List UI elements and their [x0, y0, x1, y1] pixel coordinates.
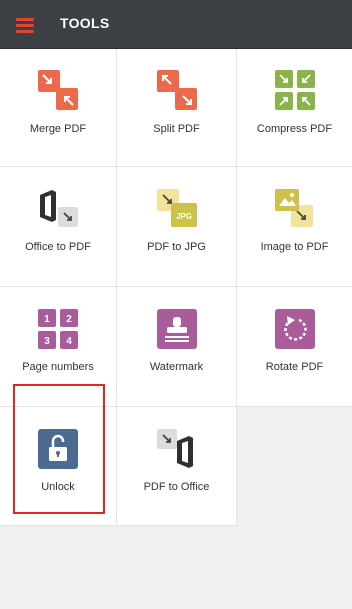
- tool-label: Watermark: [149, 361, 204, 373]
- tool-split-pdf[interactable]: Split PDF: [117, 49, 237, 167]
- page-numbers-icon: 1 2 3 4: [38, 309, 78, 349]
- rotate-pdf-icon: [275, 309, 315, 349]
- merge-pdf-icon: [38, 70, 78, 110]
- tool-unlock[interactable]: Unlock: [0, 407, 117, 526]
- tool-merge-pdf[interactable]: Merge PDF: [0, 49, 117, 167]
- svg-text:3: 3: [44, 336, 50, 347]
- jpg-badge: JPG: [176, 212, 192, 221]
- unlock-padlock-icon: [38, 429, 78, 469]
- tool-label: Unlock: [41, 481, 75, 493]
- tool-label: PDF to JPG: [147, 241, 206, 253]
- office-to-pdf-icon: [40, 190, 78, 227]
- tool-image-to-pdf[interactable]: Image to PDF: [237, 167, 352, 287]
- svg-text:4: 4: [66, 336, 72, 347]
- tool-label: Image to PDF: [260, 241, 329, 253]
- tool-pdf-to-jpg[interactable]: JPG PDF to JPG: [117, 167, 237, 287]
- tool-compress-pdf[interactable]: Compress PDF: [237, 49, 352, 167]
- pdf-to-jpg-icon: JPG: [157, 189, 197, 227]
- tool-rotate-pdf[interactable]: Rotate PDF: [237, 287, 352, 407]
- tool-page-numbers[interactable]: 1 2 3 4 Page numbers: [0, 287, 117, 407]
- compress-pdf-icon: [275, 70, 315, 110]
- hamburger-menu-icon[interactable]: [14, 14, 36, 36]
- top-app-bar: TOOLS: [0, 0, 352, 49]
- tool-label: Office to PDF: [25, 241, 91, 253]
- tools-screen: TOOLS Merge PDF Split PDF Compress PDF O…: [0, 0, 352, 609]
- watermark-stamp-icon: [157, 309, 197, 349]
- image-to-pdf-icon: [275, 189, 313, 227]
- tool-label: Split PDF: [153, 123, 200, 135]
- tool-label: Rotate PDF: [265, 361, 324, 373]
- pdf-to-office-icon: [157, 429, 193, 468]
- tool-office-to-pdf[interactable]: Office to PDF: [0, 167, 117, 287]
- tool-watermark[interactable]: Watermark: [117, 287, 237, 407]
- svg-text:2: 2: [66, 314, 72, 325]
- split-pdf-icon: [157, 70, 197, 110]
- svg-text:1: 1: [44, 314, 50, 325]
- tool-label: Page numbers: [22, 361, 94, 373]
- tool-pdf-to-office[interactable]: PDF to Office: [117, 407, 237, 526]
- tool-label: Compress PDF: [256, 123, 333, 135]
- tool-label: PDF to Office: [143, 481, 210, 493]
- page-title: TOOLS: [60, 15, 110, 31]
- tool-label: Merge PDF: [29, 123, 87, 135]
